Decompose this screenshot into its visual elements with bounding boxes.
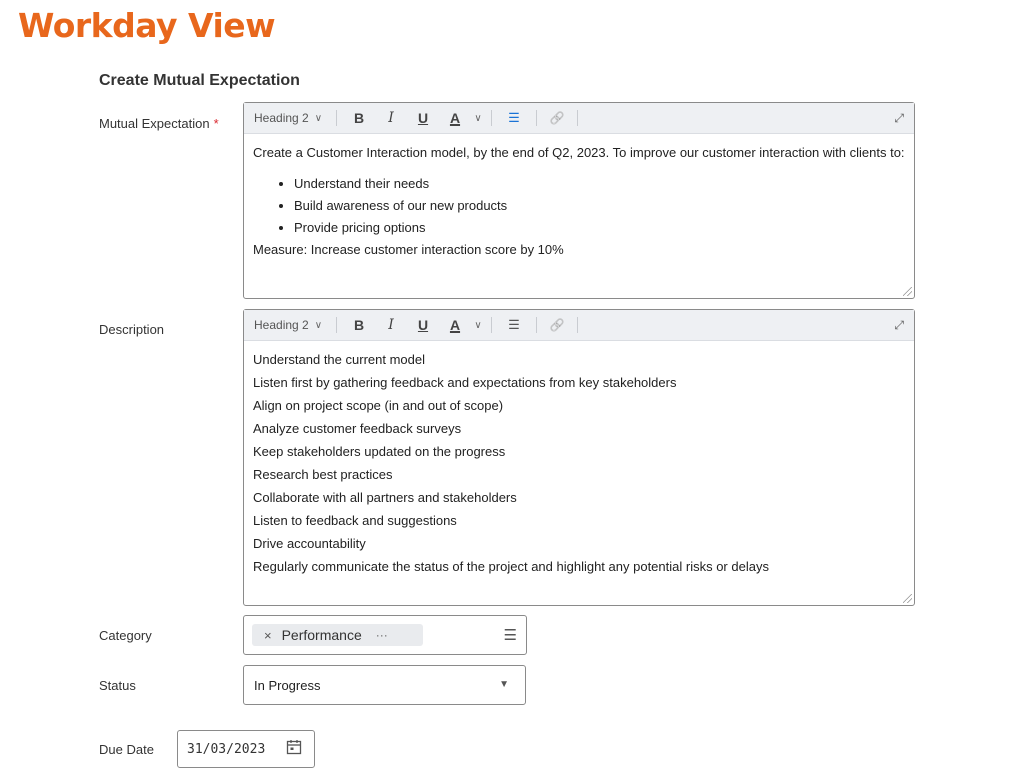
underline-icon[interactable]: U [407, 103, 439, 133]
text-color-icon[interactable]: A [439, 310, 471, 340]
underline-icon[interactable]: U [407, 310, 439, 340]
description-line: Research best practices [253, 467, 393, 482]
status-value: In Progress [254, 677, 321, 693]
mutual-expectation-editor[interactable]: Heading 2 ∨ B I U A ∨ ☰ 🔗 ⤢ Create a Cust… [243, 102, 915, 299]
description-content[interactable]: Understand the current model Listen firs… [244, 341, 914, 586]
expectation-bullet-list: Understand their needs Build awareness o… [253, 173, 905, 239]
form-title: Create Mutual Expectation [99, 72, 300, 89]
category-label: Category [99, 628, 152, 643]
chevron-down-icon[interactable]: ∨ [471, 103, 485, 133]
remove-icon[interactable]: × [264, 628, 272, 643]
status-label: Status [99, 678, 136, 693]
bullet-list-icon[interactable]: ☰ [498, 310, 530, 340]
required-indicator: * [213, 116, 219, 131]
heading-style-select[interactable]: Heading 2 ∨ [244, 103, 330, 133]
description-line: Regularly communicate the status of the … [253, 559, 769, 574]
list-item: Build awareness of our new products [294, 195, 905, 217]
toolbar-divider [491, 110, 492, 126]
description-line: Listen to feedback and suggestions [253, 513, 457, 528]
italic-icon[interactable]: I [375, 310, 407, 340]
category-prompt[interactable]: × Performance ··· ☰ [243, 615, 527, 655]
toolbar-divider [336, 110, 337, 126]
due-date-value: 31/03/2023 [187, 741, 266, 757]
text-color-icon[interactable]: A [439, 103, 471, 133]
toolbar-divider [577, 317, 578, 333]
description-editor[interactable]: Heading 2 ∨ B I U A ∨ ☰ 🔗 ⤢ Understand th… [243, 309, 915, 606]
expectation-intro: Create a Customer Interaction model, by … [253, 145, 905, 160]
description-line: Drive accountability [253, 536, 366, 551]
due-date-input[interactable]: 31/03/2023 [177, 730, 315, 768]
bold-icon[interactable]: B [343, 103, 375, 133]
mutual-expectation-label: Mutual Expectation * [99, 116, 219, 131]
prompt-list-icon[interactable]: ☰ [504, 626, 517, 644]
heading-style-label: Heading 2 [254, 318, 309, 332]
expectation-measure: Measure: Increase customer interaction s… [253, 241, 564, 257]
description-line: Collaborate with all partners and stakeh… [253, 490, 517, 505]
category-pill[interactable]: × Performance ··· [252, 624, 423, 646]
description-line: Align on project scope (in and out of sc… [253, 398, 504, 413]
description-line: Analyze customer feedback surveys [253, 421, 462, 436]
editor-toolbar: Heading 2 ∨ B I U A ∨ ☰ 🔗 ⤢ [244, 310, 914, 341]
editor-toolbar: Heading 2 ∨ B I U A ∨ ☰ 🔗 ⤢ [244, 103, 914, 134]
toolbar-divider [336, 317, 337, 333]
caret-down-icon: ▼ [499, 679, 509, 690]
more-icon[interactable]: ··· [376, 628, 388, 642]
bullet-list-icon[interactable]: ☰ [498, 103, 530, 133]
link-icon[interactable]: 🔗 [543, 103, 571, 133]
toolbar-divider [491, 317, 492, 333]
description-label: Description [99, 322, 165, 337]
toolbar-divider [536, 317, 537, 333]
expand-icon[interactable]: ⤢ [894, 310, 904, 340]
description-line: Understand the current model [253, 352, 425, 367]
toolbar-divider [577, 110, 578, 126]
status-select[interactable]: In Progress ▼ [243, 665, 526, 705]
chevron-down-icon[interactable]: ∨ [471, 310, 485, 340]
description-line: Keep stakeholders updated on the progres… [253, 444, 506, 459]
category-pill-label: Performance [281, 627, 362, 643]
chevron-down-icon: ∨ [314, 319, 323, 331]
mutual-expectation-content[interactable]: Create a Customer Interaction model, by … [244, 134, 914, 269]
expand-icon[interactable]: ⤢ [894, 103, 904, 133]
due-date-label: Due Date [99, 742, 154, 757]
bold-icon[interactable]: B [343, 310, 375, 340]
resize-handle-icon[interactable] [903, 594, 912, 603]
list-item: Understand their needs [294, 173, 905, 195]
resize-handle-icon[interactable] [903, 287, 912, 296]
heading-style-select[interactable]: Heading 2 ∨ [244, 310, 330, 340]
chevron-down-icon: ∨ [314, 112, 323, 124]
mutual-expectation-label-text: Mutual Expectation [99, 116, 210, 131]
toolbar-divider [536, 110, 537, 126]
description-line: Listen first by gathering feedback and e… [253, 375, 677, 390]
heading-style-label: Heading 2 [254, 111, 309, 125]
italic-icon[interactable]: I [375, 103, 407, 133]
link-icon[interactable]: 🔗 [543, 310, 571, 340]
page-title: Workday View [18, 6, 276, 45]
calendar-icon[interactable] [286, 739, 302, 755]
list-item: Provide pricing options [294, 217, 905, 239]
